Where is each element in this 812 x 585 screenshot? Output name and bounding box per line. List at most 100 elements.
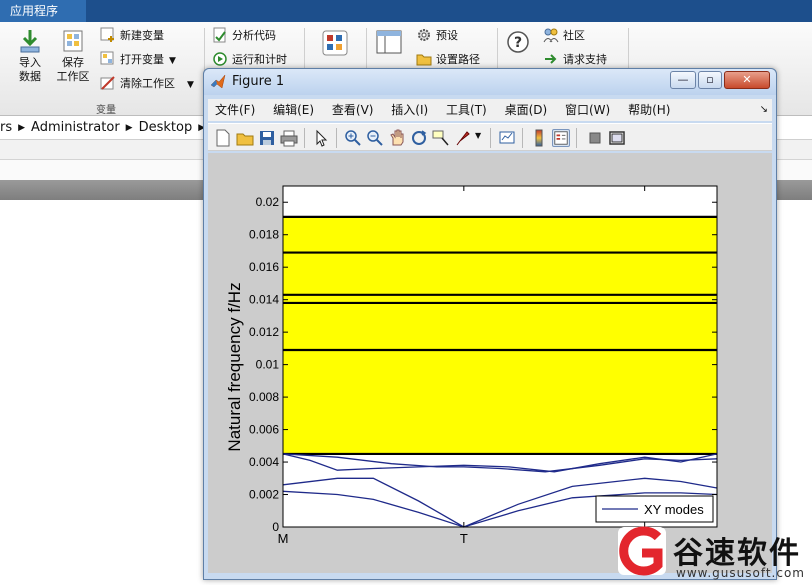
zoom-in-icon[interactable] xyxy=(344,129,362,147)
menu-window[interactable]: 窗口(W) xyxy=(558,99,617,121)
breadcrumb-chevron-icon: ▶ xyxy=(18,123,26,133)
simulink-icon[interactable] xyxy=(322,30,348,56)
new-variable-label: 新建变量 xyxy=(120,29,164,42)
menu-help[interactable]: 帮助(H) xyxy=(621,99,677,121)
dock-arrow-icon[interactable]: ↘ xyxy=(760,99,768,121)
clear-workspace-icon xyxy=(100,76,115,90)
minimize-button[interactable]: — xyxy=(670,71,696,89)
community-label: 社区 xyxy=(563,29,585,42)
analyze-code-icon xyxy=(213,27,226,43)
request-support-button[interactable]: 请求支持 xyxy=(543,50,607,70)
new-figure-icon[interactable] xyxy=(214,129,232,147)
layout-icon[interactable] xyxy=(376,30,402,54)
print-icon[interactable] xyxy=(280,129,298,147)
breadcrumb-item[interactable]: Administrator xyxy=(31,120,120,135)
link-plot-icon[interactable] xyxy=(498,129,516,147)
open-variable-label: 打开变量 xyxy=(120,53,164,66)
import-data-button[interactable]: 导入 数据 xyxy=(12,28,48,84)
brush-icon[interactable] xyxy=(454,129,472,147)
toolbar-separator xyxy=(522,128,523,148)
preferences-label: 预设 xyxy=(436,29,458,42)
breadcrumb-chevron-icon: ▶ xyxy=(125,123,133,133)
import-data-label-2: 数据 xyxy=(19,70,41,83)
hide-plot-tools-icon[interactable] xyxy=(586,129,604,147)
x-tick-label: M xyxy=(278,531,289,546)
top-tab-strip: 应用程序 xyxy=(0,0,812,22)
y-tick-label: 0.008 xyxy=(249,390,279,404)
run-and-time-label: 运行和计时 xyxy=(232,53,287,66)
breadcrumb-item[interactable]: rs xyxy=(0,120,12,135)
colorbar-icon[interactable] xyxy=(530,129,548,147)
figure-title-bar[interactable]: Figure 1 — ▫ ✕ xyxy=(204,69,776,95)
community-button[interactable]: 社区 xyxy=(543,26,585,46)
pan-hand-icon[interactable] xyxy=(388,129,406,147)
y-tick-label: 0.018 xyxy=(249,228,279,242)
menu-desktop[interactable]: 桌面(D) xyxy=(498,99,555,121)
clear-workspace-label: 清除工作区 xyxy=(120,77,175,90)
new-variable-button[interactable]: 新建变量 xyxy=(100,26,164,46)
y-axis-label: Natural frequency f/Hz xyxy=(225,282,244,451)
menu-tools[interactable]: 工具(T) xyxy=(439,99,494,121)
tab-apps[interactable]: 应用程序 xyxy=(0,0,86,22)
open-variable-button[interactable]: 打开变量 ▼ xyxy=(100,50,176,70)
figure-menu-bar: 文件(F) 编辑(E) 查看(V) 插入(I) 工具(T) 桌面(D) 窗口(W… xyxy=(208,99,772,121)
plot-svg[interactable]: Natural frequency f/Hz 00.0020.0040.0060… xyxy=(208,153,772,573)
y-tick-label: 0.006 xyxy=(249,423,279,437)
y-tick-label: 0.014 xyxy=(249,293,279,307)
save-workspace-label-1: 保存 xyxy=(62,56,84,69)
restore-button[interactable]: ▫ xyxy=(698,71,722,89)
clear-workspace-dropdown-icon[interactable]: ▼ xyxy=(187,80,194,90)
y-tick-label: 0.02 xyxy=(256,195,280,209)
close-button[interactable]: ✕ xyxy=(724,71,770,89)
figure-window: Figure 1 — ▫ ✕ 文件(F) 编辑(E) 查看(V) 插入(I) 工… xyxy=(203,68,777,580)
save-workspace-icon xyxy=(63,30,83,52)
legend-label: XY modes xyxy=(644,502,704,517)
y-tick-label: 0.01 xyxy=(256,358,280,372)
toolbar-separator xyxy=(490,128,491,148)
request-support-label: 请求支持 xyxy=(563,53,607,66)
breadcrumb-item[interactable]: Desktop xyxy=(139,120,193,135)
open-variable-dropdown-icon[interactable]: ▼ xyxy=(169,56,176,66)
figure-toolbar: ▼ xyxy=(208,123,772,151)
rotate-3d-icon[interactable] xyxy=(410,129,428,147)
menu-edit[interactable]: 编辑(E) xyxy=(266,99,321,121)
menu-insert[interactable]: 插入(I) xyxy=(384,99,435,121)
new-variable-icon xyxy=(100,27,114,42)
pointer-icon[interactable] xyxy=(312,129,330,147)
menu-file[interactable]: 文件(F) xyxy=(208,99,262,121)
set-path-button[interactable]: 设置路径 xyxy=(416,50,480,70)
data-cursor-icon[interactable] xyxy=(432,129,450,147)
y-tick-label: 0.016 xyxy=(249,260,279,274)
open-variable-icon xyxy=(100,51,114,65)
toolbar-separator xyxy=(304,128,305,148)
run-and-time-icon xyxy=(213,52,227,66)
x-tick-label: T xyxy=(460,531,468,546)
menu-view[interactable]: 查看(V) xyxy=(325,99,381,121)
preferences-button[interactable]: 预设 xyxy=(416,26,458,46)
run-and-time-button[interactable]: 运行和计时 xyxy=(212,50,287,70)
show-plot-tools-icon[interactable] xyxy=(608,129,626,147)
zoom-out-icon[interactable] xyxy=(366,129,384,147)
watermark-url: www.gususoft.com xyxy=(676,566,805,580)
figure-canvas: Natural frequency f/Hz 0 0.002 0.004 0.006 0… xyxy=(208,153,772,573)
community-icon xyxy=(543,28,559,43)
import-arrow-icon xyxy=(20,30,40,53)
set-path-label: 设置路径 xyxy=(436,53,480,66)
clear-workspace-button[interactable]: 清除工作区 ▼ xyxy=(100,74,194,94)
save-icon[interactable] xyxy=(258,129,276,147)
legend-icon[interactable] xyxy=(552,129,570,147)
import-data-label-1: 导入 xyxy=(19,56,41,69)
open-file-icon[interactable] xyxy=(236,129,254,147)
toolbar-separator xyxy=(336,128,337,148)
svg-text:?: ? xyxy=(514,35,522,51)
analyze-code-button[interactable]: 分析代码 xyxy=(212,26,276,46)
brush-dropdown-icon[interactable]: ▼ xyxy=(475,131,481,140)
watermark-logo-icon xyxy=(618,526,666,576)
matlab-logo-icon xyxy=(210,74,226,89)
save-workspace-button[interactable]: 保存 工作区 xyxy=(54,28,92,84)
folder-icon xyxy=(416,54,432,66)
help-icon[interactable]: ? xyxy=(506,30,530,54)
support-arrow-icon xyxy=(545,54,557,64)
variable-group-label: 变量 xyxy=(96,105,116,116)
toolbar-separator xyxy=(576,128,577,148)
